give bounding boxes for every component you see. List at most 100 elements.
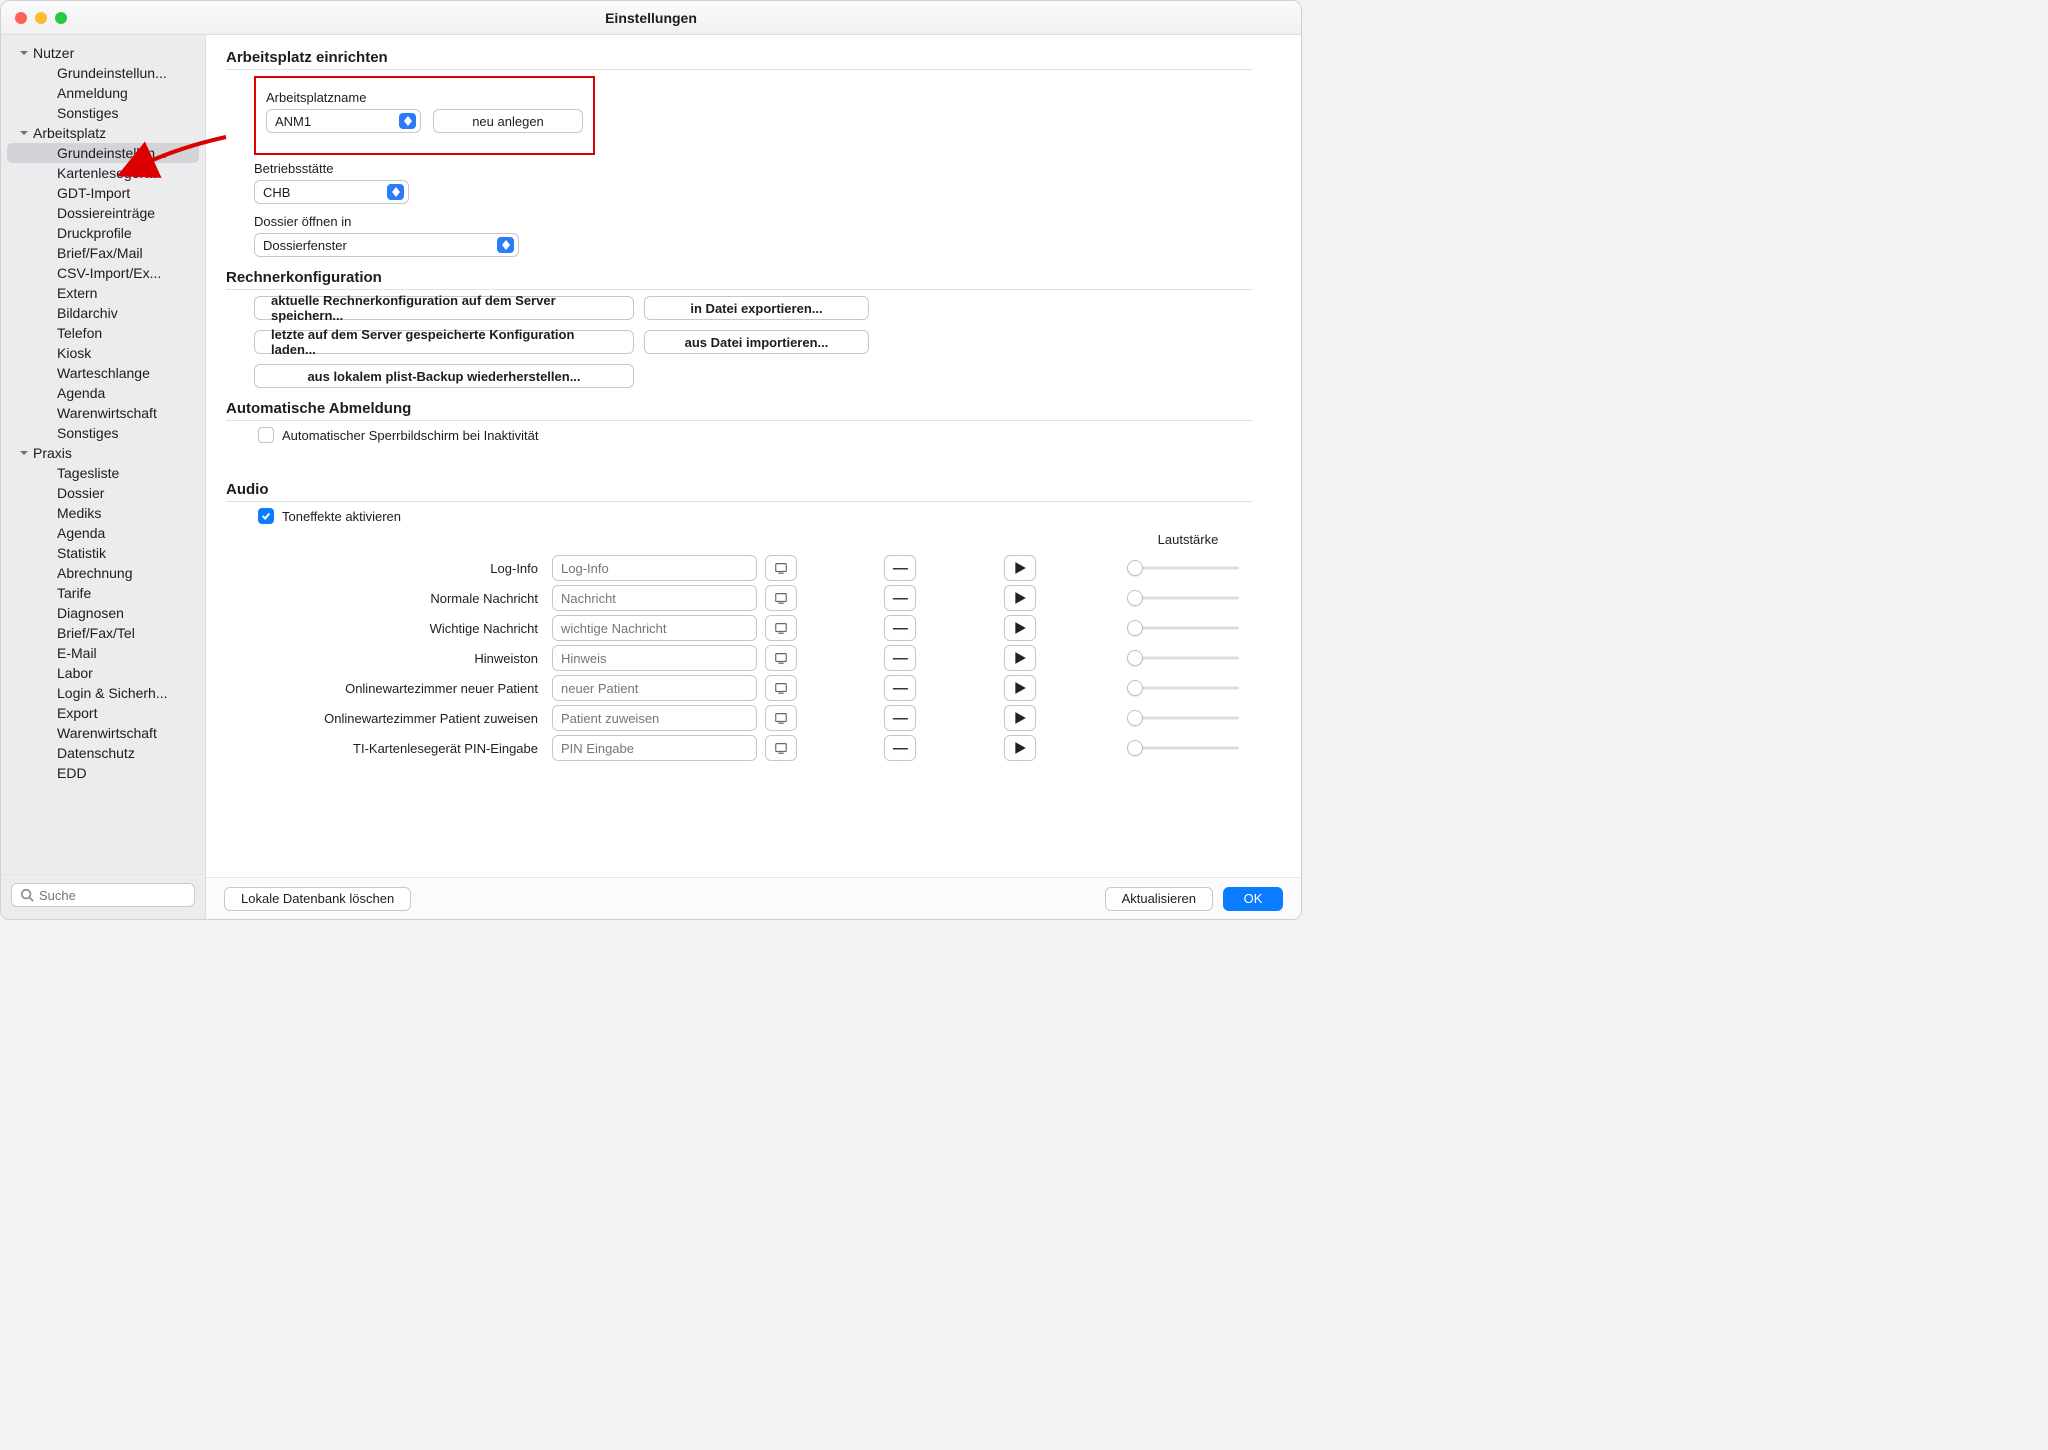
volume-slider[interactable] [1123, 619, 1243, 637]
sidebar-item[interactable]: Anmeldung [7, 83, 199, 103]
refresh-button[interactable]: Aktualisieren [1105, 887, 1213, 911]
play-button[interactable] [1004, 555, 1036, 581]
audio-file-input[interactable] [552, 645, 757, 671]
sidebar-item[interactable]: Export [7, 703, 199, 723]
clear-local-db-button[interactable]: Lokale Datenbank löschen [224, 887, 411, 911]
search-input[interactable] [39, 888, 215, 903]
browse-file-button[interactable] [765, 615, 797, 641]
volume-slider[interactable] [1123, 559, 1243, 577]
sidebar-item[interactable]: Tarife [7, 583, 199, 603]
audio-row-label: TI-Kartenlesegerät PIN-Eingabe [254, 741, 544, 756]
search-input-container[interactable] [11, 883, 195, 907]
audio-file-input[interactable] [552, 735, 757, 761]
sidebar-list[interactable]: NutzerGrundeinstellun...AnmeldungSonstig… [1, 35, 205, 874]
sidebar-item[interactable]: Dossier [7, 483, 199, 503]
sidebar-item[interactable]: Extern [7, 283, 199, 303]
clear-file-button[interactable]: — [884, 675, 916, 701]
ok-button[interactable]: OK [1223, 887, 1283, 911]
sidebar-item[interactable]: Agenda [7, 523, 199, 543]
sidebar-item[interactable]: Druckprofile [7, 223, 199, 243]
volume-slider[interactable] [1123, 589, 1243, 607]
sidebar-item[interactable]: Grundeinstellun... [7, 63, 199, 83]
browse-file-button[interactable] [765, 675, 797, 701]
clear-file-button[interactable]: — [884, 615, 916, 641]
sidebar-item[interactable]: Grundeinstellun... [7, 143, 199, 163]
open-select[interactable]: Dossierfenster [254, 233, 519, 257]
sidebar-group-header[interactable]: Nutzer [1, 43, 205, 63]
highlight-annotation: Arbeitsplatzname ANM1 neu anlegen [254, 76, 595, 155]
sidebar-item[interactable]: Brief/Fax/Tel [7, 623, 199, 643]
plist-restore-button[interactable]: aus lokalem plist-Backup wiederherstelle… [254, 364, 634, 388]
play-button[interactable] [1004, 645, 1036, 671]
clear-file-button[interactable]: — [884, 705, 916, 731]
sidebar-item[interactable]: Telefon [7, 323, 199, 343]
sidebar-item[interactable]: GDT-Import [7, 183, 199, 203]
sidebar-group-header[interactable]: Arbeitsplatz [1, 123, 205, 143]
clear-file-button[interactable]: — [884, 645, 916, 671]
clear-file-button[interactable]: — [884, 585, 916, 611]
audio-file-input[interactable] [552, 615, 757, 641]
minimize-window-button[interactable] [35, 12, 47, 24]
browse-file-button[interactable] [765, 705, 797, 731]
workstation-name-select[interactable]: ANM1 [266, 109, 421, 133]
import-config-button[interactable]: aus Datei importieren... [644, 330, 869, 354]
play-button[interactable] [1004, 615, 1036, 641]
sidebar-item[interactable]: Datenschutz [7, 743, 199, 763]
sidebar-item[interactable]: EDD [7, 763, 199, 783]
sidebar-item[interactable]: Warteschlange [7, 363, 199, 383]
zoom-window-button[interactable] [55, 12, 67, 24]
sidebar-item[interactable]: Warenwirtschaft [7, 723, 199, 743]
sidebar-item[interactable]: Brief/Fax/Mail [7, 243, 199, 263]
sidebar-item[interactable]: Sonstiges [7, 423, 199, 443]
sidebar-item[interactable]: Tagesliste [7, 463, 199, 483]
sidebar-item[interactable]: Bildarchiv [7, 303, 199, 323]
export-config-button[interactable]: in Datei exportieren... [644, 296, 869, 320]
browse-file-button[interactable] [765, 585, 797, 611]
sidebar-group-header[interactable]: Praxis [1, 443, 205, 463]
sidebar-item[interactable]: E-Mail [7, 643, 199, 663]
close-window-button[interactable] [15, 12, 27, 24]
sidebar-item[interactable]: Kartenlesegerät [7, 163, 199, 183]
play-button[interactable] [1004, 675, 1036, 701]
sidebar-item[interactable]: Labor [7, 663, 199, 683]
audio-file-input[interactable] [552, 585, 757, 611]
popup-arrow-icon [387, 184, 404, 200]
volume-slider[interactable] [1123, 709, 1243, 727]
play-button[interactable] [1004, 735, 1036, 761]
save-config-button[interactable]: aktuelle Rechnerkonfiguration auf dem Se… [254, 296, 634, 320]
browse-file-button[interactable] [765, 555, 797, 581]
sidebar-item[interactable]: Statistik [7, 543, 199, 563]
site-select[interactable]: CHB [254, 180, 409, 204]
new-workstation-button[interactable]: neu anlegen [433, 109, 583, 133]
clear-file-button[interactable]: — [884, 735, 916, 761]
volume-slider[interactable] [1123, 739, 1243, 757]
clear-file-button[interactable]: — [884, 555, 916, 581]
play-button[interactable] [1004, 585, 1036, 611]
sound-effects-checkbox[interactable] [258, 508, 274, 524]
load-config-button[interactable]: letzte auf dem Server gespeicherte Konfi… [254, 330, 634, 354]
play-button[interactable] [1004, 705, 1036, 731]
sidebar-item[interactable]: Abrechnung [7, 563, 199, 583]
sidebar-item[interactable]: CSV-Import/Ex... [7, 263, 199, 283]
sidebar-item[interactable]: Mediks [7, 503, 199, 523]
sidebar-item[interactable]: Sonstiges [7, 103, 199, 123]
sidebar-item[interactable]: Login & Sicherh... [7, 683, 199, 703]
audio-file-input[interactable] [552, 705, 757, 731]
audio-file-input[interactable] [552, 555, 757, 581]
browse-file-button[interactable] [765, 735, 797, 761]
section-title-logout: Automatische Abmeldung [226, 400, 1253, 421]
sidebar-item[interactable]: Kiosk [7, 343, 199, 363]
sidebar-item[interactable]: Agenda [7, 383, 199, 403]
audio-row: Wichtige Nachricht— [254, 615, 1253, 641]
browse-file-button[interactable] [765, 645, 797, 671]
audio-file-input[interactable] [552, 675, 757, 701]
main-scroll[interactable]: Arbeitsplatz einrichten Arbeitsplatzname… [206, 35, 1301, 877]
volume-slider[interactable] [1123, 649, 1243, 667]
sidebar-item[interactable]: Warenwirtschaft [7, 403, 199, 423]
sidebar-item[interactable]: Diagnosen [7, 603, 199, 623]
workstation-name-value: ANM1 [275, 114, 311, 129]
auto-lock-checkbox[interactable] [258, 427, 274, 443]
volume-slider[interactable] [1123, 679, 1243, 697]
sidebar-item[interactable]: Dossiereinträge [7, 203, 199, 223]
site-label: Betriebsstätte [254, 161, 1253, 176]
